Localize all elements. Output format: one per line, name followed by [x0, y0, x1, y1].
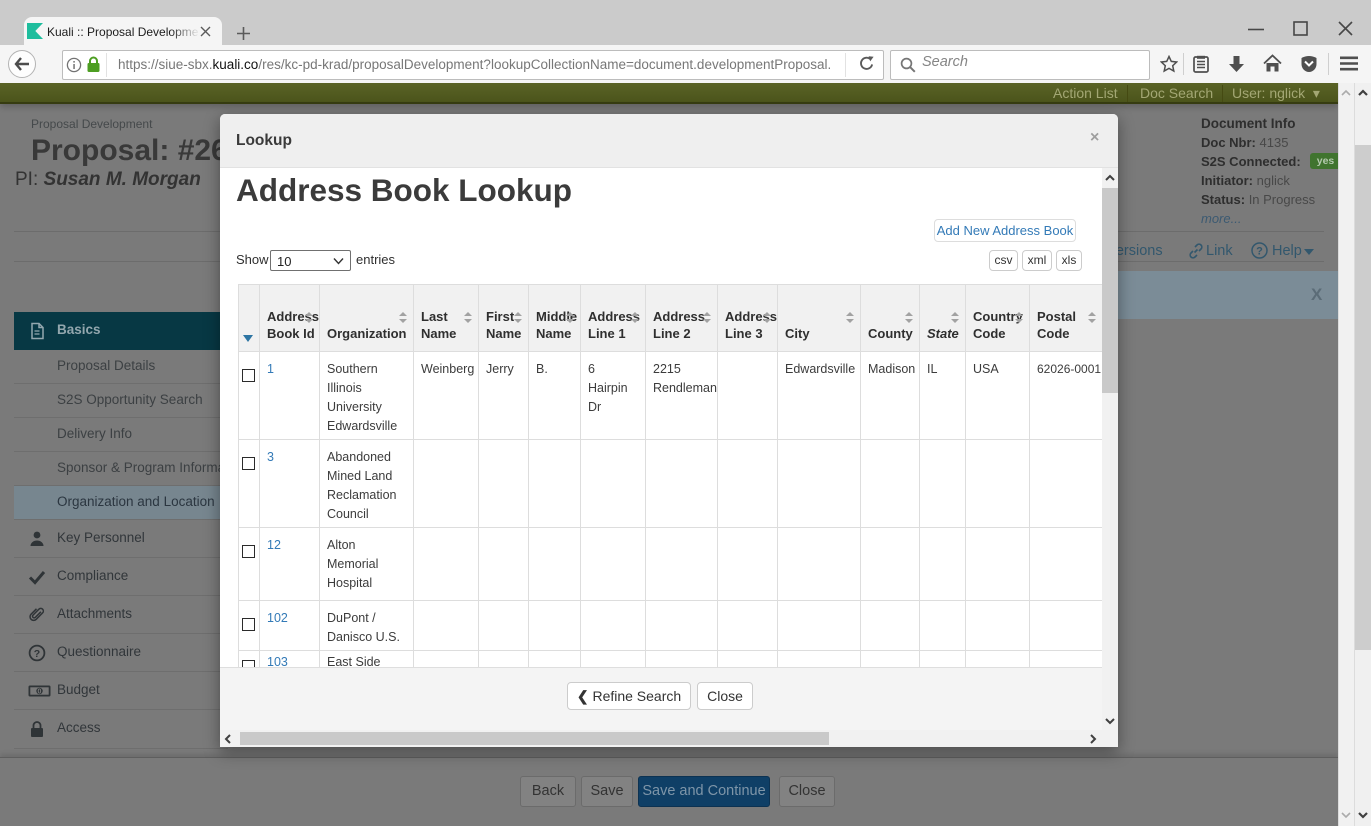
svg-text:0: 0	[38, 688, 42, 695]
svg-text:?: ?	[1256, 246, 1263, 258]
svg-text:?: ?	[34, 648, 40, 660]
